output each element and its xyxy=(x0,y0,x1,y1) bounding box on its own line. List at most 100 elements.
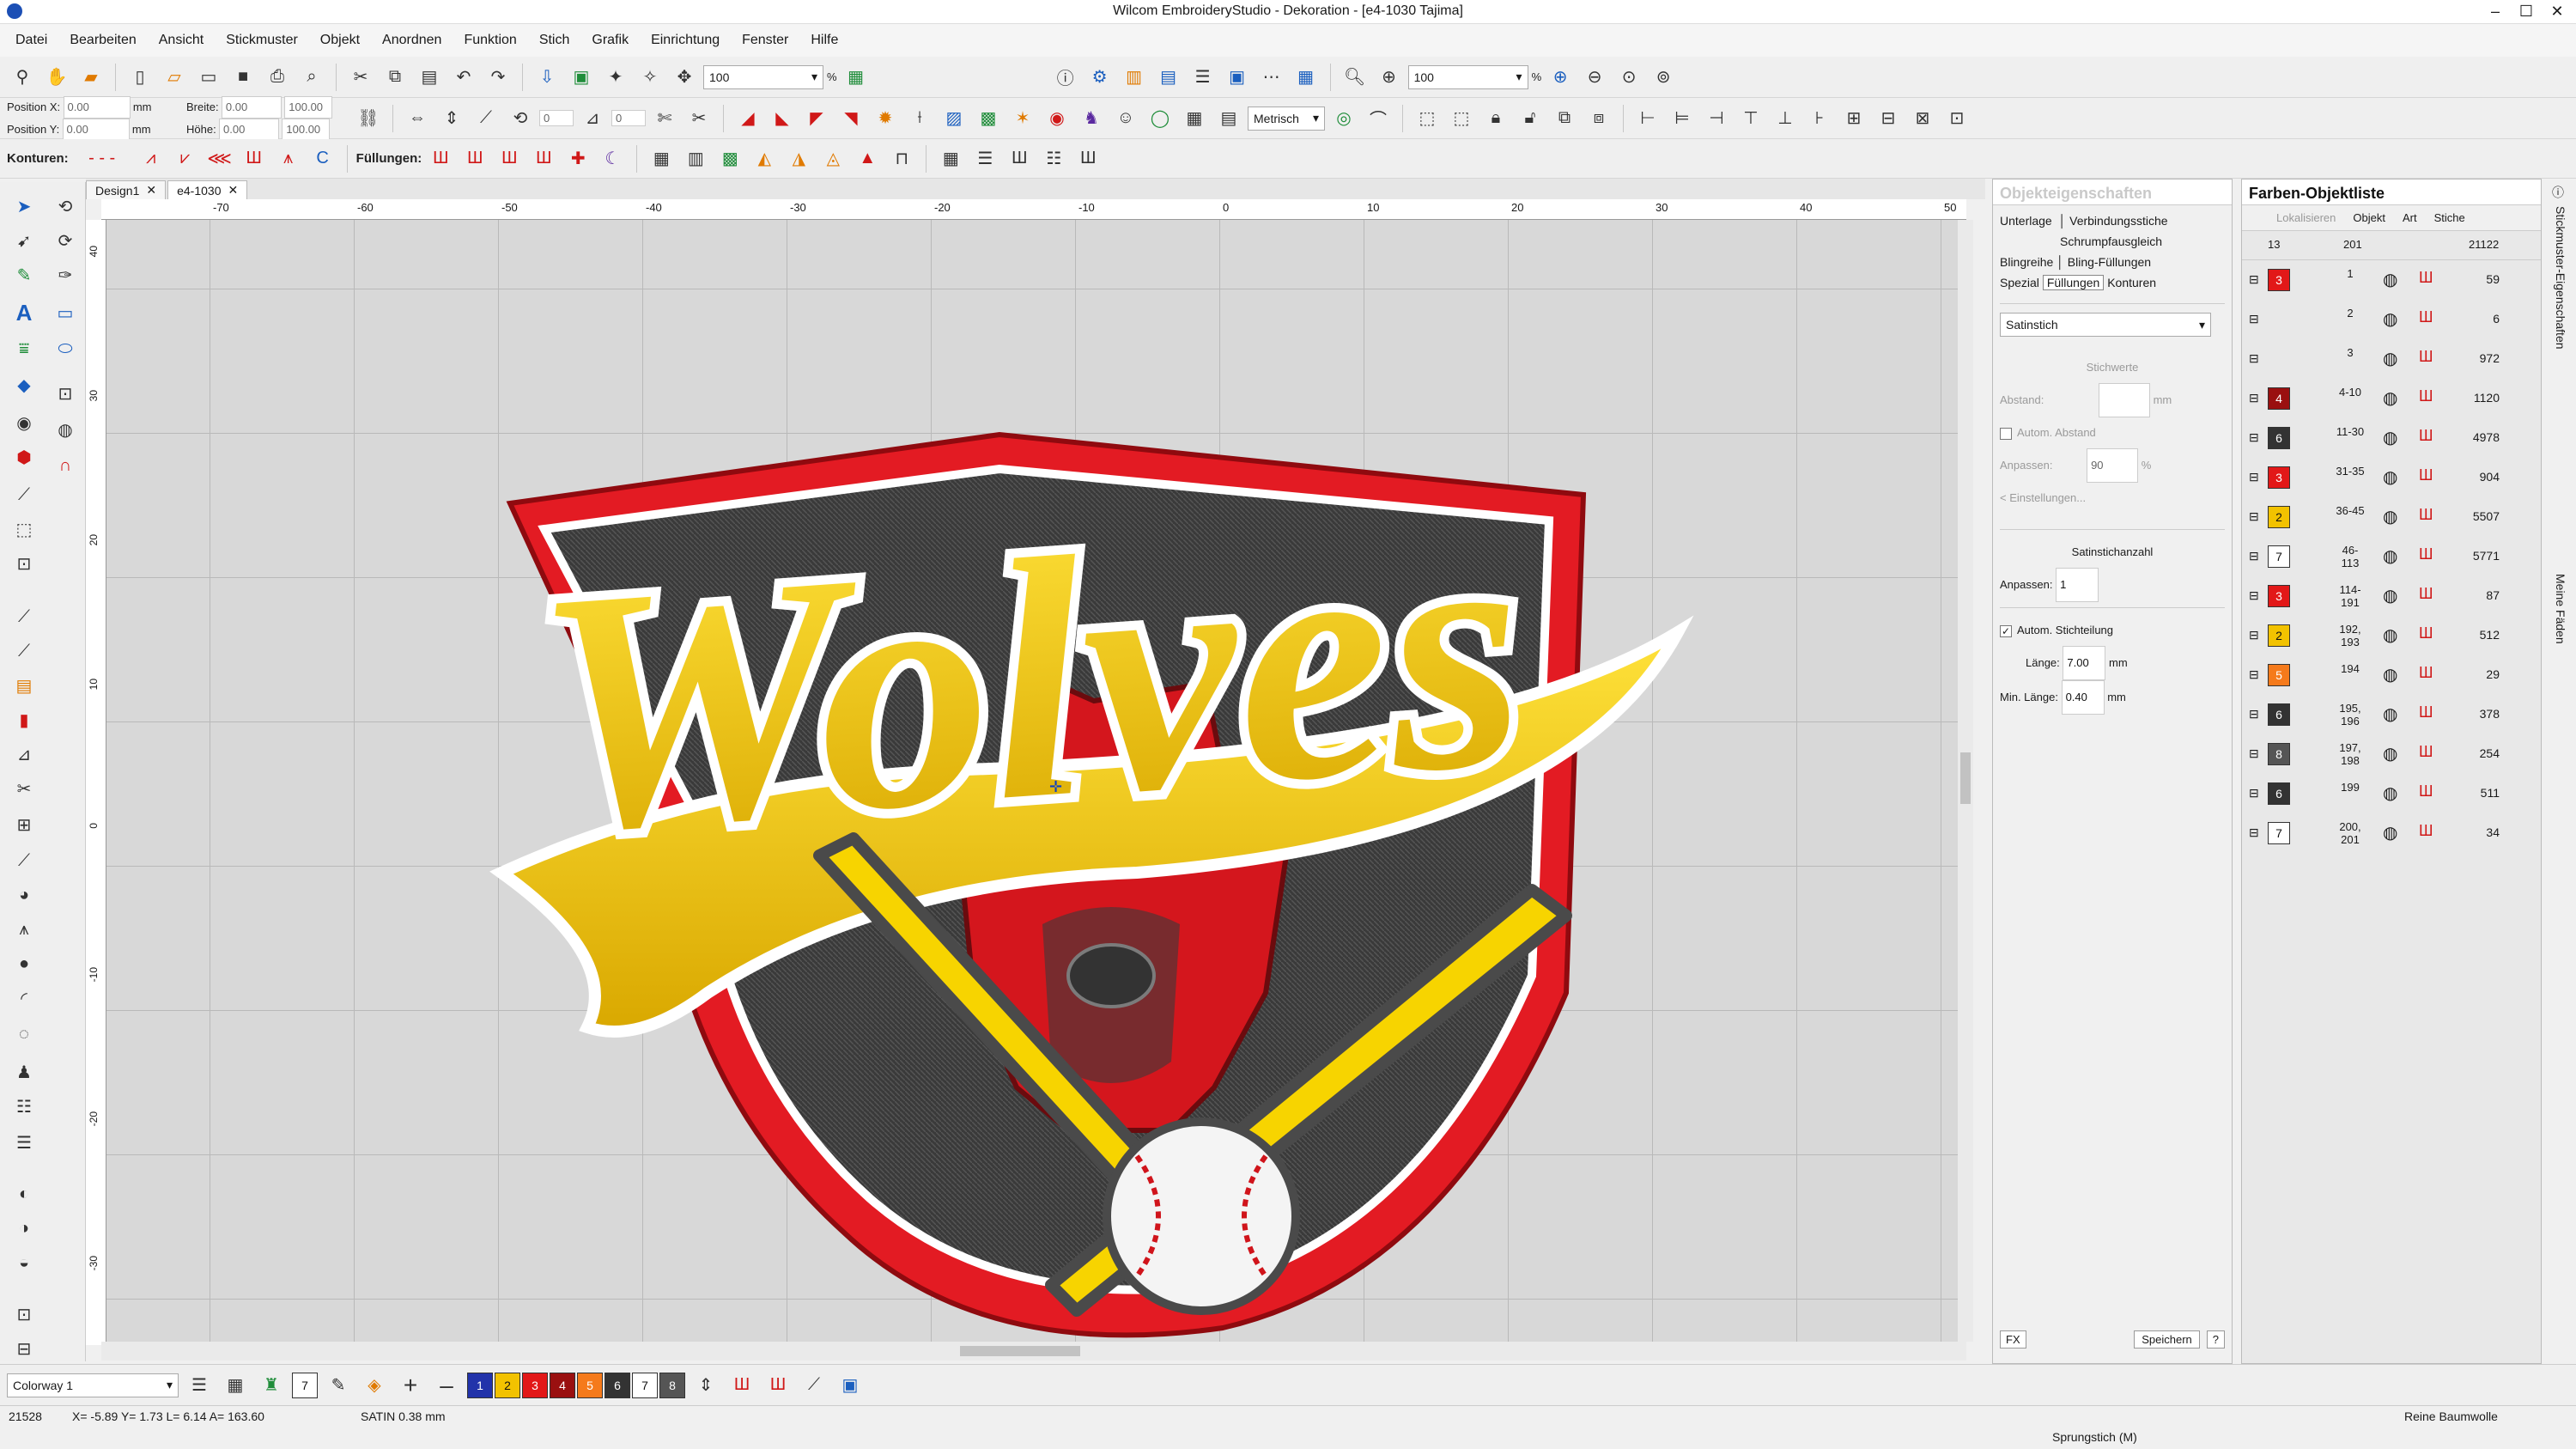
measure-tool-icon[interactable]: ⊿ xyxy=(9,739,39,770)
grey-tool-1-icon[interactable]: ✦ xyxy=(600,62,631,93)
lock-proportions-icon[interactable]: ⛓ xyxy=(353,103,384,134)
fill-contour-icon[interactable]: ☾ xyxy=(597,143,628,174)
horizontal-scrollbar[interactable] xyxy=(101,1342,1966,1361)
col-art[interactable]: Art xyxy=(2403,211,2417,224)
zoom-fit-icon[interactable]: ⊙ xyxy=(1613,62,1644,93)
close-tab-icon[interactable]: ✕ xyxy=(228,183,239,198)
menu-objekt[interactable]: Objekt xyxy=(320,33,360,48)
close-tab-icon[interactable]: ✕ xyxy=(146,183,156,198)
effect-5-icon[interactable]: ◮ xyxy=(783,143,814,174)
appliqué-icon[interactable]: ✹ xyxy=(870,103,901,134)
menu-grafik[interactable]: Grafik xyxy=(592,33,629,48)
grey-tool-2-icon[interactable]: ✧ xyxy=(635,62,665,93)
diamond-icon[interactable]: ◆ xyxy=(9,369,39,400)
path-icon[interactable]: ⌒ xyxy=(1363,103,1394,134)
tab-unterlage[interactable]: Unterlage xyxy=(2000,214,2052,228)
color-swatch[interactable]: 3 xyxy=(2268,585,2290,607)
units-select[interactable]: Metrisch ▾ xyxy=(1248,106,1325,131)
hoop-view-icon[interactable]: ▣ xyxy=(835,1370,866,1401)
fill-cross-icon[interactable]: ✚ xyxy=(562,143,593,174)
copy-icon[interactable]: ⧉ xyxy=(380,62,410,93)
distribute-icon[interactable]: ⊞ xyxy=(1838,103,1869,134)
menu-fenster[interactable]: Fenster xyxy=(742,33,788,48)
speichern-button[interactable]: Speichern xyxy=(2134,1330,2200,1349)
cycle-1-icon[interactable]: ◐ xyxy=(9,1178,39,1209)
stitch-player-icon[interactable]: ▣ xyxy=(566,62,597,93)
grey-fill-icon[interactable]: ◕ xyxy=(9,880,39,910)
add-color-icon[interactable]: + xyxy=(395,1370,426,1401)
tab-schrumpfausgleich[interactable]: Schrumpfausgleich xyxy=(2060,234,2162,248)
corners-icon[interactable]: ⬚ xyxy=(9,514,39,545)
production-icon[interactable]: ▥ xyxy=(1119,62,1150,93)
reshape-icon[interactable]: ✄ xyxy=(649,103,680,134)
monogram-icon[interactable]: ♞ xyxy=(1076,103,1107,134)
person-icon[interactable]: ♟ xyxy=(9,1056,39,1087)
frame-icon[interactable]: ⊡ xyxy=(1941,103,1972,134)
mirror-h-icon[interactable]: ⇔ xyxy=(402,103,433,134)
color-swatch[interactable]: 3 xyxy=(2268,269,2290,291)
height-pct-input[interactable]: 100.00 xyxy=(282,118,331,141)
expand-icon[interactable]: ⊟ xyxy=(2249,272,2259,287)
menu-stich[interactable]: Stich xyxy=(539,33,570,48)
list-item[interactable]: ⊟ 7 200, 201 ◍ Ш 34 xyxy=(2242,813,2543,853)
fill-satin-icon[interactable]: Ш xyxy=(425,143,456,174)
menu-funktion[interactable]: Funktion xyxy=(464,33,516,48)
unlock-icon[interactable]: 🔓︎ xyxy=(1515,103,1546,134)
stamp-icon[interactable]: ⊡ xyxy=(50,378,81,409)
zoom-100-icon[interactable]: ⊕ xyxy=(1374,62,1405,93)
reshape-tool-icon[interactable]: ⟲ xyxy=(50,191,81,222)
expand-icon[interactable]: ⊟ xyxy=(2249,509,2259,524)
lettering-icon[interactable]: A xyxy=(9,297,39,328)
menu-anordnen[interactable]: Anordnen xyxy=(382,33,441,48)
height-input[interactable]: 0.00 xyxy=(219,118,280,141)
effect-7-icon[interactable]: ▲ xyxy=(852,143,883,174)
laenge-input[interactable]: 7.00 xyxy=(2063,646,2106,680)
min-laenge-input[interactable]: 0.40 xyxy=(2061,680,2105,715)
satin-tool-2-icon[interactable]: ◣ xyxy=(767,103,798,134)
magnet-icon[interactable]: ∩ xyxy=(50,450,81,481)
list-icon[interactable]: ☰ xyxy=(1188,62,1218,93)
effect-6-icon[interactable]: ◬ xyxy=(817,143,848,174)
expand-icon[interactable]: ⊟ xyxy=(2249,470,2259,484)
settings-icon[interactable]: ☰ xyxy=(9,1127,39,1158)
line-tool-icon[interactable]: ⟋ xyxy=(9,479,39,510)
zoom-box-icon[interactable]: ⊚ xyxy=(1648,62,1679,93)
colorway-select[interactable]: Colorway 1 ▾ xyxy=(7,1373,179,1397)
thread-chart-icon[interactable]: Ш xyxy=(726,1370,757,1401)
palette-color-6[interactable]: 6 xyxy=(605,1372,630,1398)
expand-icon[interactable]: ⊟ xyxy=(2249,825,2259,840)
color-swatch[interactable]: 3 xyxy=(2268,466,2290,489)
list-item[interactable]: ⊟ 6 195, 196 ◍ Ш 378 xyxy=(2242,695,2543,734)
select-nodes-icon[interactable]: ⬚ xyxy=(1446,103,1477,134)
vertical-scrollbar[interactable] xyxy=(1958,220,1973,1342)
select-arrow-icon[interactable]: ➤ xyxy=(9,191,39,222)
lock-icon[interactable]: 🔒︎ xyxy=(1480,103,1511,134)
anpassen-input[interactable]: 90 xyxy=(2087,448,2139,483)
align-top-icon[interactable]: ⊤ xyxy=(1735,103,1766,134)
expand-icon[interactable]: ⊟ xyxy=(2249,707,2259,721)
list-item[interactable]: ⊟ 3 1 ◍ Ш 59 xyxy=(2242,260,2543,300)
expand-icon[interactable]: ⊟ xyxy=(2249,351,2259,366)
redo-icon[interactable]: ↷ xyxy=(483,62,513,93)
circle-tool-icon[interactable]: ◯ xyxy=(1145,103,1176,134)
grid-tool-icon[interactable]: ▤ xyxy=(1213,103,1244,134)
expand-icon[interactable]: ⊟ xyxy=(2249,312,2259,326)
hoop-icon[interactable]: ▣ xyxy=(1222,62,1253,93)
badge-icon[interactable]: ◉ xyxy=(1042,103,1072,134)
shirt-icon[interactable]: ♜ xyxy=(256,1370,287,1401)
satin-tool-4-icon[interactable]: ◥ xyxy=(835,103,866,134)
width-input[interactable]: 0.00 xyxy=(221,95,282,119)
effect-4-icon[interactable]: ◭ xyxy=(749,143,780,174)
list-item[interactable]: ⊟ 2 192, 193 ◍ Ш 512 xyxy=(2242,616,2543,655)
grey-circle-icon[interactable]: ◌ xyxy=(9,1019,39,1050)
brush-tool-icon[interactable]: ⟋ xyxy=(9,636,39,667)
color-picker-icon[interactable]: ▤ xyxy=(9,670,39,701)
tab-e4-1030[interactable]: e4-1030 ✕ xyxy=(167,180,248,199)
col-objekt[interactable]: Objekt xyxy=(2353,211,2385,224)
expand-icon[interactable]: ⊟ xyxy=(2249,549,2259,563)
stitch-list-icon[interactable]: ☰ xyxy=(969,143,1000,174)
fill-motif-icon[interactable]: Ш xyxy=(528,143,559,174)
expand-icon[interactable]: ⊟ xyxy=(2249,430,2259,445)
hoop-tool-icon[interactable]: ⊡ xyxy=(9,1299,39,1330)
zigzag-icon[interactable]: ⩚ xyxy=(273,143,304,174)
